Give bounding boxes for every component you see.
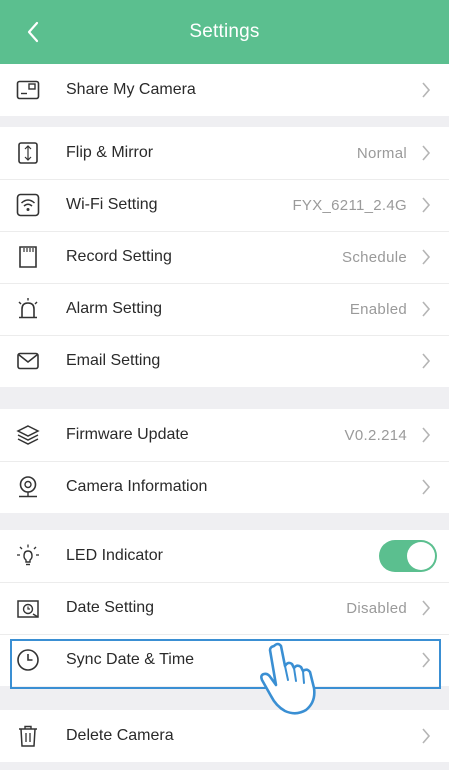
chevron-right-icon (422, 353, 431, 369)
app-header: Settings (0, 0, 449, 64)
row-label: Sync Date & Time (66, 651, 195, 668)
row-firmware-update[interactable]: Firmware Update V0.2.214 (0, 409, 449, 461)
row-delete-camera[interactable]: Delete Camera (0, 710, 449, 762)
chevron-right-icon (422, 301, 431, 317)
alarm-icon (14, 295, 42, 323)
wifi-icon (14, 191, 42, 219)
share-camera-icon (14, 76, 42, 104)
trash-icon (14, 722, 42, 750)
row-label: Firmware Update (66, 426, 189, 443)
row-wifi-setting[interactable]: Wi-Fi Setting FYX_6211_2.4G (0, 179, 449, 231)
row-value: Enabled (349, 300, 407, 318)
row-label: Camera Information (66, 478, 208, 495)
row-label: LED Indicator (66, 547, 163, 564)
chevron-right-icon (422, 82, 431, 98)
settings-section-firmware: Firmware Update V0.2.214 Camera Informat… (0, 409, 449, 513)
chevron-right-icon (422, 728, 431, 744)
chevron-left-icon (27, 21, 39, 43)
row-email-setting[interactable]: Email Setting (0, 335, 449, 387)
chevron-right-icon (422, 197, 431, 213)
toggle-knob (407, 542, 435, 570)
row-label: Record Setting (66, 248, 172, 265)
row-label: Date Setting (66, 599, 155, 616)
row-value: Normal (356, 144, 407, 162)
led-bulb-icon (14, 542, 42, 570)
row-label: Email Setting (66, 352, 161, 369)
row-label: Share My Camera (66, 81, 196, 98)
tap-hand-icon (260, 642, 316, 715)
row-value: FYX_6211_2.4G (292, 196, 407, 214)
row-label: Delete Camera (66, 727, 174, 744)
settings-section-share: Share My Camera (0, 64, 449, 116)
flip-mirror-icon (14, 139, 42, 167)
row-label: Flip & Mirror (66, 144, 154, 161)
row-sync-date-time[interactable]: Sync Date & Time (0, 634, 449, 686)
row-value: Schedule (342, 248, 407, 266)
chevron-right-icon (422, 427, 431, 443)
date-setting-icon (14, 594, 42, 622)
row-date-setting[interactable]: Date Setting Disabled (0, 582, 449, 634)
clock-icon (14, 646, 42, 674)
row-camera-information[interactable]: Camera Information (0, 461, 449, 513)
sd-card-icon (14, 243, 42, 271)
led-indicator-toggle[interactable] (379, 540, 437, 572)
email-icon (14, 347, 42, 375)
settings-section-device: Flip & Mirror Normal Wi-Fi Setting FYX_6… (0, 127, 449, 387)
chevron-right-icon (422, 600, 431, 616)
row-value: Disabled (346, 599, 407, 617)
row-alarm-setting[interactable]: Alarm Setting Enabled (0, 283, 449, 335)
camera-info-icon (14, 473, 42, 501)
row-share-my-camera[interactable]: Share My Camera (0, 64, 449, 116)
chevron-right-icon (422, 145, 431, 161)
row-label: Alarm Setting (66, 300, 163, 317)
row-record-setting[interactable]: Record Setting Schedule (0, 231, 449, 283)
layers-icon (14, 421, 42, 449)
row-label: Wi-Fi Setting (66, 196, 158, 213)
chevron-right-icon (422, 652, 431, 668)
settings-section-indicators: LED Indicator Date Setting Disabled Sync… (0, 530, 449, 686)
chevron-right-icon (422, 249, 431, 265)
page-title: Settings (189, 21, 260, 42)
row-flip-mirror[interactable]: Flip & Mirror Normal (0, 127, 449, 179)
row-led-indicator: LED Indicator (0, 530, 449, 582)
row-value: V0.2.214 (344, 426, 407, 444)
back-button[interactable] (18, 14, 48, 50)
settings-section-delete: Delete Camera (0, 710, 449, 762)
chevron-right-icon (422, 479, 431, 495)
